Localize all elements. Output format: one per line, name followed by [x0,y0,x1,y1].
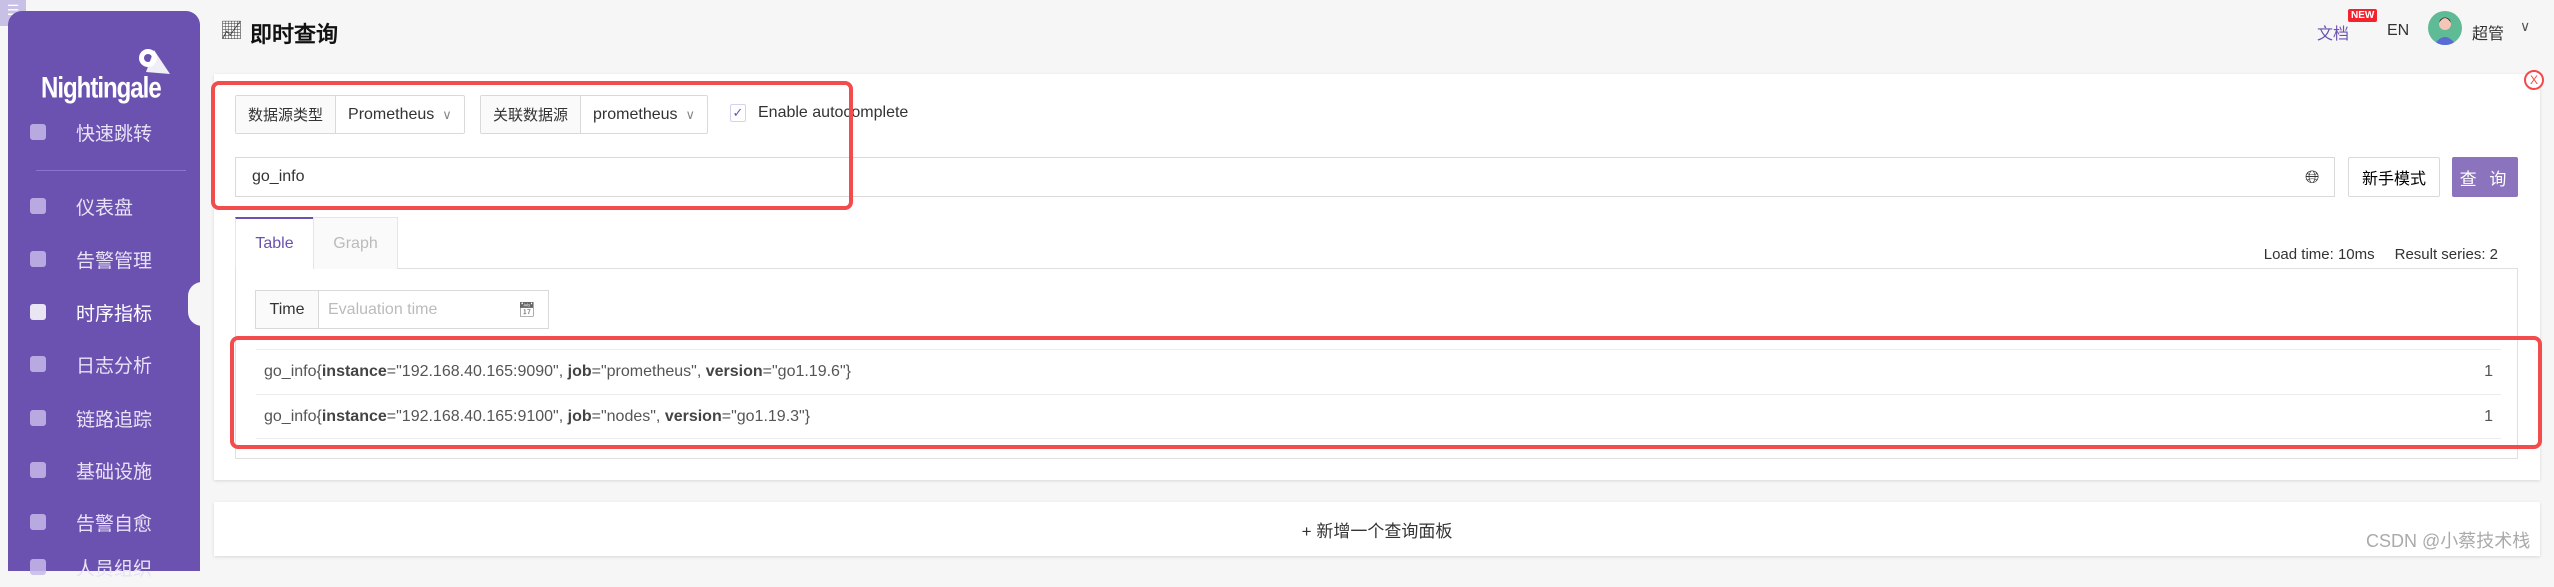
query-stats: Load time: 10ms Result series: 2 [2244,246,2498,263]
novice-mode-button[interactable]: 新手模式 [2348,157,2440,197]
docs-link[interactable]: 文档 [2317,20,2349,44]
sidebar-divider [36,170,186,171]
sidebar-item-label: 链路追踪 [76,409,153,431]
line-chart-icon: 📈︎ [220,20,243,40]
language-switch[interactable]: EN [2387,22,2409,40]
document-icon [30,356,46,372]
result-series: Result series: 2 [2394,246,2498,263]
page-title: 即时查询 [250,22,339,47]
query-button[interactable]: 查 询 [2452,157,2518,197]
add-query-panel-button[interactable]: + 新增一个查询面板 [214,502,2540,556]
link-icon [30,410,46,426]
sidebar-item[interactable]: 人员组织 [8,547,200,587]
sidebar-item[interactable]: 快速跳转 [8,112,200,152]
sidebar-item-label: 时序指标 [76,303,153,325]
alarm-icon [30,251,46,267]
terminal-icon [30,514,46,530]
sidebar-item-label: 告警自愈 [76,513,153,535]
chevron-down-icon[interactable]: ∨ [2520,18,2530,35]
sidebar-item[interactable]: 告警管理 [8,239,200,279]
sidebar-item-label: 基础设施 [76,461,153,483]
sidebar: Nightingale 快速跳转仪表盘告警管理时序指标日志分析链路追踪基础设施告… [8,11,200,580]
user-icon [30,559,46,575]
highlight-box [211,81,853,210]
logo-bird-icon [139,49,170,74]
load-time: Load time: 10ms [2263,246,2375,263]
sidebar-item[interactable]: 时序指标 [8,292,200,332]
highlight-box [230,336,2542,449]
logo: Nightingale [41,71,162,105]
sidebar-item-label: 人员组织 [76,558,153,580]
evaluation-time-input[interactable]: Evaluation time [319,291,518,328]
close-icon[interactable]: X [2524,70,2544,90]
tab-table[interactable]: Table [235,217,314,269]
avatar[interactable] [2428,11,2462,45]
calendar-icon[interactable]: 📅︎ [518,291,548,328]
new-badge: NEW [2348,9,2378,22]
target-icon [30,462,46,478]
sidebar-item-label: 告警管理 [76,250,153,272]
chart-icon [30,304,46,320]
watermark: CSDN @小蔡技术栈 [2366,531,2531,551]
sidebar-item[interactable]: 基础设施 [8,450,200,490]
user-name[interactable]: 超管 [2472,20,2504,44]
time-label: Time [256,291,319,328]
sidebar-item-label: 快速跳转 [76,123,153,145]
sidebar-item[interactable]: 仪表盘 [8,186,200,226]
sidebar-item[interactable]: 日志分析 [8,344,200,384]
search-icon [30,124,46,140]
dashboard-icon [30,198,46,214]
tab-graph[interactable]: Graph [313,217,398,269]
globe-icon[interactable]: 🌐︎ [2305,167,2319,188]
active-notch [188,282,202,326]
sidebar-item-label: 日志分析 [76,355,153,377]
evaluation-time-picker[interactable]: Time Evaluation time 📅︎ [255,290,549,329]
sidebar-item[interactable]: 告警自愈 [8,502,200,542]
sidebar-item-label: 仪表盘 [76,197,134,219]
sidebar-item[interactable]: 链路追踪 [8,398,200,438]
